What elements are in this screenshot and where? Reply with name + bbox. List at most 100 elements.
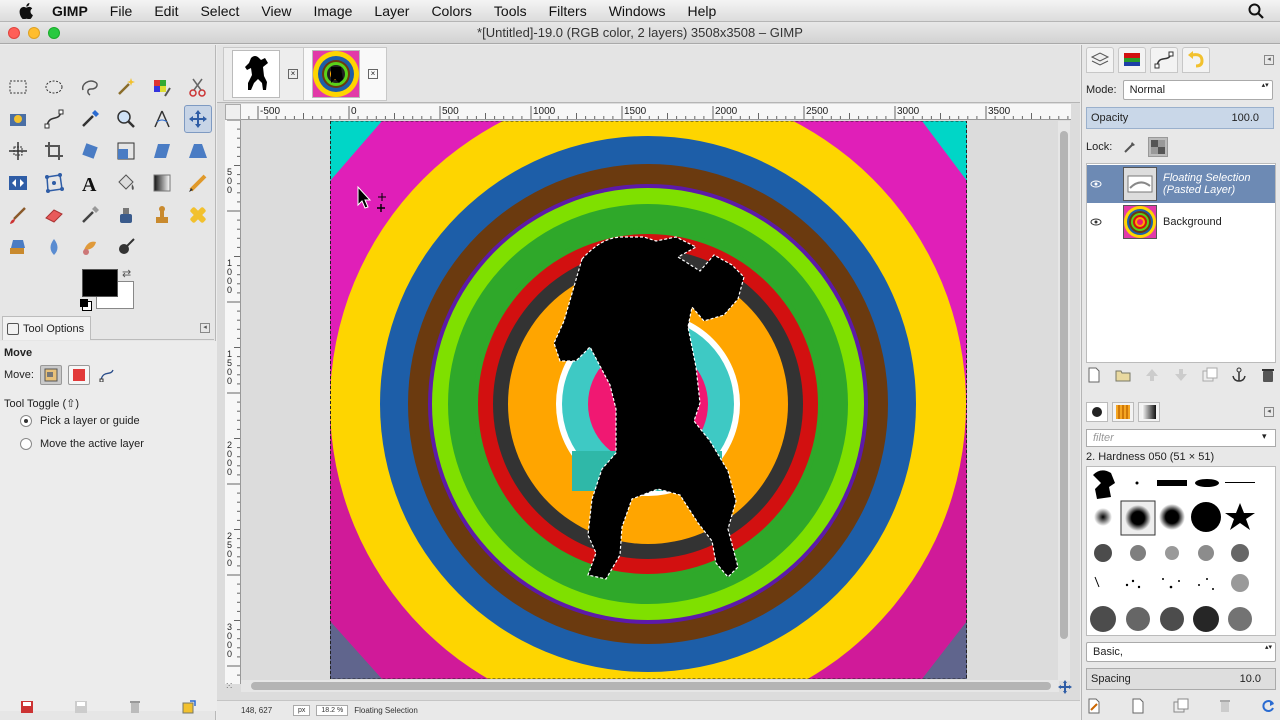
menu-windows[interactable]: Windows xyxy=(598,0,677,22)
perspective-tool-icon[interactable] xyxy=(184,137,212,165)
reset-colors-icon[interactable] xyxy=(80,299,88,307)
raise-layer-icon[interactable] xyxy=(1144,367,1160,383)
navigate-icon[interactable] xyxy=(1057,679,1073,695)
heal-tool-icon[interactable] xyxy=(184,201,212,229)
opacity-slider[interactable]: Opacity 100.0 xyxy=(1086,107,1274,129)
cage-transform-tool-icon[interactable] xyxy=(40,169,68,197)
scissors-tool-icon[interactable] xyxy=(184,73,212,101)
image-tab-silhouette[interactable]: × xyxy=(223,47,307,101)
horizontal-scrollbar[interactable] xyxy=(241,680,1059,692)
filter-dropdown-icon[interactable]: ▾ xyxy=(1262,431,1267,442)
delete-layer-icon[interactable] xyxy=(1260,367,1276,383)
lock-pixels-icon[interactable] xyxy=(1120,137,1140,157)
visibility-eye-icon[interactable] xyxy=(1087,180,1105,188)
apple-icon[interactable] xyxy=(16,0,36,22)
zoom-select[interactable]: 18.2 % xyxy=(316,705,349,716)
move-tool-icon[interactable] xyxy=(184,105,212,133)
move-path-mode-icon[interactable] xyxy=(96,365,118,385)
window-minimize-button[interactable] xyxy=(28,27,40,39)
menu-select[interactable]: Select xyxy=(189,0,250,22)
visibility-eye-icon[interactable] xyxy=(1087,218,1105,226)
horizontal-scroll-thumb[interactable] xyxy=(251,682,1051,690)
anchor-layer-icon[interactable] xyxy=(1231,367,1247,383)
canvas[interactable] xyxy=(242,121,1060,679)
foreground-select-tool-icon[interactable] xyxy=(4,105,32,133)
configure-tab-icon[interactable]: ◂ xyxy=(200,323,210,333)
zoom-tool-icon[interactable] xyxy=(112,105,140,133)
configure-dock-icon[interactable]: ◂ xyxy=(1264,55,1274,65)
restore-options-icon[interactable] xyxy=(73,699,89,715)
unit-select[interactable]: px xyxy=(293,705,311,716)
paths-tab-icon[interactable] xyxy=(1150,47,1178,73)
vertical-scroll-thumb[interactable] xyxy=(1060,131,1068,639)
menu-image[interactable]: Image xyxy=(302,0,363,22)
channels-tab-icon[interactable] xyxy=(1118,47,1146,73)
ink-tool-icon[interactable] xyxy=(112,201,140,229)
close-tab-icon[interactable]: × xyxy=(368,69,378,79)
menu-layer[interactable]: Layer xyxy=(363,0,420,22)
pick-layer-radio-row[interactable]: Pick a layer or guide xyxy=(20,415,140,427)
layers-tab-icon[interactable] xyxy=(1086,47,1114,73)
configure-brushes-icon[interactable]: ◂ xyxy=(1264,407,1274,417)
menu-colors[interactable]: Colors xyxy=(420,0,482,22)
menu-app-name[interactable]: GIMP xyxy=(48,0,99,22)
flip-tool-icon[interactable] xyxy=(4,169,32,197)
patterns-tab-icon[interactable] xyxy=(1112,402,1134,422)
rect-select-tool-icon[interactable] xyxy=(4,73,32,101)
brush-grid[interactable] xyxy=(1086,466,1276,636)
rotate-tool-icon[interactable] xyxy=(76,137,104,165)
menu-file[interactable]: File xyxy=(99,0,144,22)
new-layer-icon[interactable] xyxy=(1086,367,1102,383)
reset-options-icon[interactable] xyxy=(181,699,197,715)
eraser-tool-icon[interactable] xyxy=(40,201,68,229)
edit-brush-icon[interactable] xyxy=(1086,698,1102,714)
ellipse-select-tool-icon[interactable] xyxy=(40,73,68,101)
brush-filter-input[interactable]: filter xyxy=(1086,429,1276,447)
lower-layer-icon[interactable] xyxy=(1173,367,1189,383)
blur-tool-icon[interactable] xyxy=(40,233,68,261)
airbrush-tool-icon[interactable] xyxy=(76,201,104,229)
select-by-color-tool-icon[interactable] xyxy=(148,73,176,101)
gradients-tab-icon[interactable] xyxy=(1138,402,1160,422)
menu-help[interactable]: Help xyxy=(677,0,728,22)
brush-tag-select[interactable]: Basic, xyxy=(1086,642,1276,662)
clone-tool-icon[interactable] xyxy=(148,201,176,229)
save-options-icon[interactable] xyxy=(19,699,35,715)
menu-view[interactable]: View xyxy=(250,0,302,22)
image-tab-circles[interactable]: × xyxy=(303,47,387,101)
tool-options-tab[interactable]: Tool Options xyxy=(2,316,92,340)
smudge-tool-icon[interactable] xyxy=(76,233,104,261)
color-picker-tool-icon[interactable] xyxy=(76,105,104,133)
blend-tool-icon[interactable] xyxy=(148,169,176,197)
quick-mask-toggle-icon[interactable] xyxy=(225,104,241,120)
foreground-color-swatch[interactable] xyxy=(82,269,118,297)
free-select-tool-icon[interactable] xyxy=(76,73,104,101)
layer-row-floating[interactable]: Floating Selection (Pasted Layer) xyxy=(1087,165,1275,203)
layer-mode-select[interactable]: Normal xyxy=(1122,80,1273,100)
duplicate-layer-icon[interactable] xyxy=(1202,367,1218,383)
refresh-brushes-icon[interactable] xyxy=(1260,698,1276,714)
spotlight-search-icon[interactable] xyxy=(1248,3,1264,19)
new-layer-group-icon[interactable] xyxy=(1115,367,1131,383)
delete-brush-icon[interactable] xyxy=(1217,698,1233,714)
pointer-origin-icon[interactable]: ⁙ xyxy=(225,681,237,693)
lock-alpha-icon[interactable] xyxy=(1148,137,1169,157)
move-active-layer-radio[interactable] xyxy=(20,438,32,450)
new-brush-icon[interactable] xyxy=(1130,698,1146,714)
close-tab-icon[interactable]: × xyxy=(288,69,298,79)
delete-options-icon[interactable] xyxy=(127,699,143,715)
shear-tool-icon[interactable] xyxy=(148,137,176,165)
paths-tool-icon[interactable] xyxy=(40,105,68,133)
move-layer-mode-icon[interactable] xyxy=(39,365,62,385)
bucket-fill-tool-icon[interactable] xyxy=(112,169,140,197)
menu-tools[interactable]: Tools xyxy=(483,0,538,22)
vertical-scrollbar[interactable] xyxy=(1058,121,1070,681)
duplicate-brush-icon[interactable] xyxy=(1173,698,1189,714)
dodge-burn-tool-icon[interactable] xyxy=(112,233,140,261)
pick-layer-radio[interactable] xyxy=(20,415,32,427)
undo-history-tab-icon[interactable] xyxy=(1182,47,1210,73)
brush-spacing-slider[interactable]: Spacing 10.0 xyxy=(1086,668,1276,690)
window-close-button[interactable] xyxy=(8,27,20,39)
measure-tool-icon[interactable] xyxy=(148,105,176,133)
alignment-tool-icon[interactable] xyxy=(4,137,32,165)
